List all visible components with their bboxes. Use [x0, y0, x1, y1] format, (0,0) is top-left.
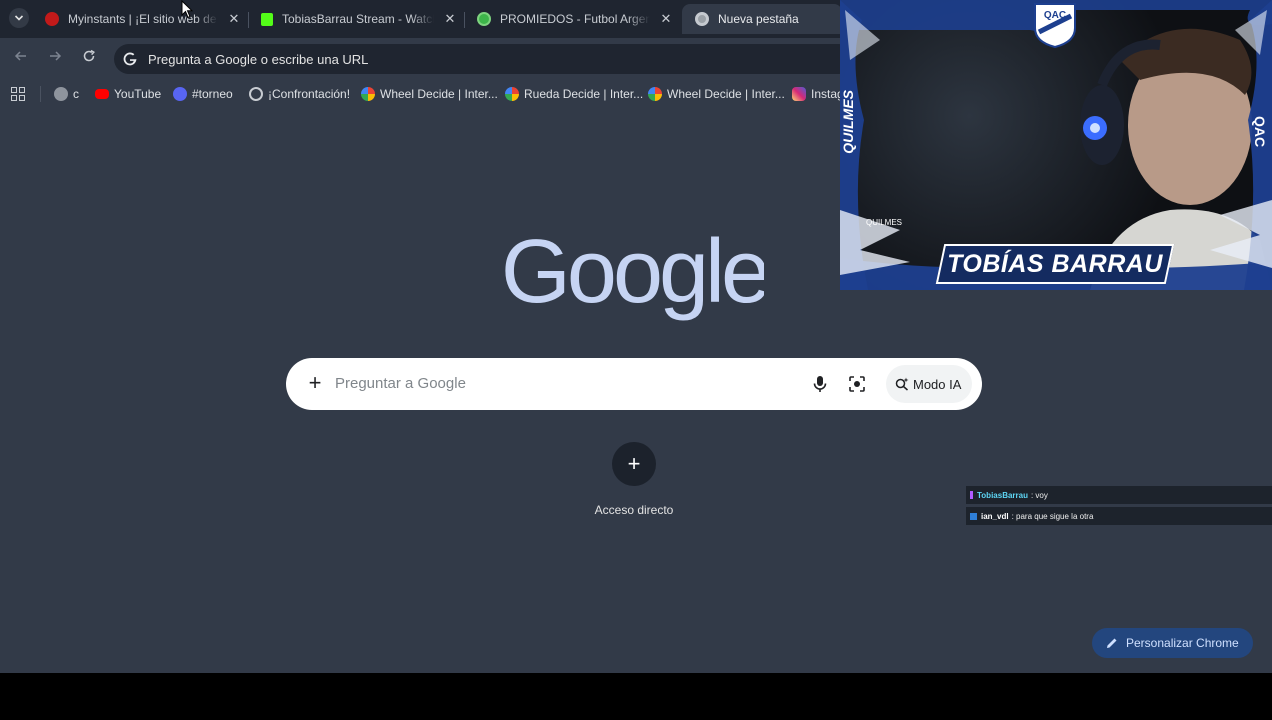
plus-icon[interactable]: + [612, 442, 656, 486]
tab-search-button[interactable] [9, 8, 29, 28]
tab-myinstants[interactable]: Myinstants | ¡El sitio web de botones de… [32, 4, 249, 34]
bookmark-wheel-decide-2[interactable]: Wheel Decide | Inter... [648, 86, 785, 102]
bookmark-label: #torneo [192, 87, 233, 101]
tab-kick[interactable]: TobiasBarrau Stream - Watch Live on Kick… [248, 4, 465, 34]
club-label: QUILMES [866, 218, 903, 227]
customize-label: Personalizar Chrome [1126, 636, 1239, 650]
reload-icon [83, 49, 95, 62]
tab-title: Nueva pestaña [718, 12, 799, 26]
bookmark-label: ¡Confrontación! [268, 87, 351, 101]
chrome-icon [695, 12, 709, 26]
bookmark-label: Rueda Decide | Inter... [524, 87, 644, 101]
chat-username: ian_vdl [981, 511, 1009, 521]
bookmark-youtube[interactable]: YouTube [95, 86, 161, 102]
close-icon[interactable]: ✕ [226, 11, 242, 27]
bookmark-torneo[interactable]: #torneo [173, 86, 233, 102]
customize-chrome-button[interactable]: Personalizar Chrome [1092, 628, 1253, 658]
streamer-nameplate: TOBÍAS BARRAU [935, 244, 1175, 284]
svg-text:Google: Google [504, 230, 764, 322]
chat-badge-icon [970, 491, 973, 499]
arrow-left-icon [14, 51, 26, 61]
bookmarks-separator [40, 86, 41, 102]
tab-promiedos[interactable]: PROMIEDOS - Futbol Argentino ✕ [464, 4, 680, 34]
address-bar-placeholder: Pregunta a Google o escribe una URL [148, 51, 369, 67]
bookmark-label: Wheel Decide | Inter... [667, 87, 785, 101]
bookmark-label: c [73, 87, 79, 101]
arrow-right-icon [50, 51, 62, 61]
search-box[interactable]: + Preguntar a Google Modo IA [286, 358, 982, 410]
ai-search-icon [895, 377, 909, 391]
wheel-icon [361, 87, 375, 101]
shortcut-label: Acceso directo [594, 503, 674, 517]
add-icon[interactable]: + [303, 371, 327, 395]
discord-icon [173, 87, 187, 101]
bookmark-label: Wheel Decide | Inter... [380, 87, 498, 101]
search-placeholder: Preguntar a Google [335, 375, 466, 392]
chat-text: : para que sigue la otra [1011, 511, 1094, 521]
chevron-down-icon [14, 15, 24, 21]
bookmark-instagram[interactable]: Instag [792, 86, 844, 102]
bookmark-c[interactable]: c [54, 86, 79, 102]
address-bar[interactable]: Pregunta a Google o escribe una URL [114, 44, 854, 74]
tab-title: Myinstants | ¡El sitio web de botones de… [68, 12, 218, 26]
instagram-icon [792, 87, 806, 101]
bookmark-rueda-decide[interactable]: Rueda Decide | Inter... [505, 86, 643, 102]
globe-icon [54, 87, 68, 101]
forward-button[interactable] [45, 49, 65, 69]
close-icon[interactable]: ✕ [658, 11, 674, 27]
apps-grid-icon[interactable] [11, 87, 25, 101]
bookmark-label: Instag [811, 87, 844, 101]
ai-mode-button[interactable]: Modo IA [886, 365, 972, 403]
bookmark-confrontacion[interactable]: ¡Confrontación! [249, 86, 350, 102]
promiedos-icon [477, 12, 491, 26]
microphone-icon[interactable] [810, 374, 830, 394]
tab-title: PROMIEDOS - Futbol Argentino [500, 12, 650, 26]
reload-button[interactable] [79, 49, 99, 69]
ai-mode-label: Modo IA [913, 376, 962, 392]
webcam-overlay: QAC QUILMES QAC QUILMES TOBÍAS BARRAU [840, 0, 1272, 290]
chat-username: TobiasBarrau [977, 490, 1028, 500]
mouse-cursor-icon [181, 0, 193, 19]
camera-lens-icon[interactable] [847, 374, 867, 394]
youtube-icon [95, 89, 109, 99]
letterbox-bar [0, 673, 1272, 720]
add-shortcut[interactable]: + Acceso directo [590, 442, 678, 522]
qac-crest-icon: QAC [1034, 3, 1076, 48]
site-icon [249, 87, 263, 101]
kick-icon [261, 12, 273, 26]
google-logo: Google [504, 230, 764, 322]
chat-message: ian_vdl : para que sigue la otra [966, 507, 1272, 525]
tab-title: TobiasBarrau Stream - Watch Live on Kick [282, 12, 434, 26]
wheel-icon [505, 87, 519, 101]
svg-text:QAC: QAC [1044, 10, 1066, 21]
streamer-name: TOBÍAS BARRAU [947, 250, 1163, 278]
chat-badge-icon [970, 512, 977, 520]
side-label-right: QAC [1252, 116, 1268, 148]
bookmark-label: YouTube [114, 87, 162, 101]
wheel-icon [648, 87, 662, 101]
back-button[interactable] [11, 49, 31, 69]
tab-nueva-pestana[interactable]: Nueva pestaña [682, 4, 842, 34]
pencil-icon [1107, 638, 1117, 648]
chat-text: : voy [1030, 490, 1048, 500]
bookmark-wheel-decide-1[interactable]: Wheel Decide | Inter... [361, 86, 498, 102]
chat-message: TobiasBarrau : voy [966, 486, 1272, 504]
google-g-icon [123, 52, 137, 66]
close-icon[interactable]: ✕ [442, 11, 458, 27]
side-label-left: QUILMES [840, 90, 856, 154]
myinstants-icon [45, 12, 59, 26]
